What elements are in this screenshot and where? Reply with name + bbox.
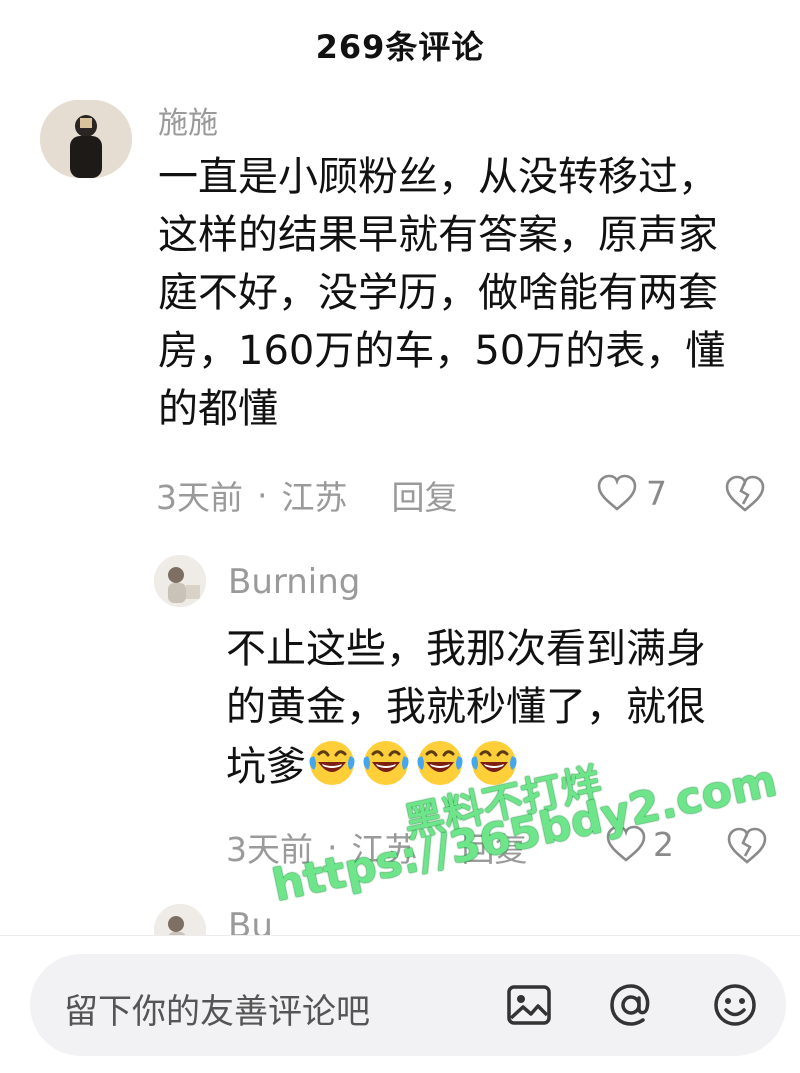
- image-icon[interactable]: [504, 980, 554, 1034]
- comment-location: 江苏: [281, 478, 348, 517]
- comment-input-bar: 留下你的友善评论吧: [0, 935, 800, 1073]
- broken-heart-icon: [725, 475, 765, 512]
- at-icon[interactable]: [606, 980, 656, 1034]
- comment-input[interactable]: 留下你的友善评论吧: [30, 954, 786, 1056]
- broken-heart-icon: [727, 827, 767, 864]
- heart-icon: [597, 474, 637, 511]
- reply-username[interactable]: Burning: [228, 562, 360, 602]
- comment-username[interactable]: 施施: [158, 98, 218, 142]
- emoji-icon[interactable]: [710, 980, 760, 1034]
- comment-input-placeholder: 留下你的友善评论吧: [64, 992, 370, 1032]
- meta-separator: ·: [257, 475, 268, 515]
- dislike-button[interactable]: [726, 826, 768, 870]
- comment-meta: 3天前 · 江苏 回复: [156, 472, 458, 518]
- comment-text: 一直是小顾粉丝，从没转移过， 这样的结果早就有答案，原声家 庭不好，没学历，做啥…: [158, 154, 726, 432]
- avatar[interactable]: [154, 555, 206, 607]
- like-count: 7: [646, 473, 667, 513]
- comment-time: 3天前: [156, 478, 243, 517]
- like-button[interactable]: 7: [596, 473, 667, 513]
- laughing-crying-emoji: [306, 736, 358, 804]
- avatar[interactable]: [40, 100, 132, 178]
- reply-button[interactable]: 回复: [392, 471, 458, 519]
- dislike-button[interactable]: [724, 474, 766, 518]
- comment-count-title: 269条评论: [315, 28, 485, 66]
- comments-header: 269条评论: [0, 0, 800, 90]
